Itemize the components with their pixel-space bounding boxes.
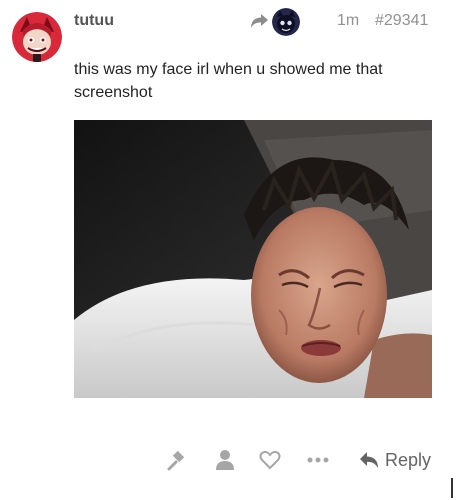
post-actions: Reply xyxy=(160,446,440,476)
post-image[interactable] xyxy=(74,120,432,398)
reply-label: Reply xyxy=(384,449,432,470)
post: tutuu 1m #29341 this was my face irl whe… xyxy=(0,0,456,500)
text-cursor xyxy=(451,478,453,498)
post-number[interactable]: #29341 xyxy=(375,12,428,30)
reply-to-avatar-icon xyxy=(272,8,300,36)
user-button[interactable] xyxy=(210,446,240,474)
avatar-icon xyxy=(12,12,62,62)
reply-button[interactable]: Reply xyxy=(355,446,435,474)
reply-to-icon[interactable] xyxy=(249,12,269,30)
reply-icon xyxy=(359,452,378,468)
avatar[interactable] xyxy=(12,12,62,62)
reply-to-avatar[interactable] xyxy=(272,8,300,36)
heart-icon xyxy=(259,450,281,470)
photo xyxy=(74,120,432,398)
flag-icon xyxy=(167,450,185,471)
post-body: this was my face irl when u showed me th… xyxy=(74,61,383,101)
like-button[interactable] xyxy=(255,446,285,474)
more-button[interactable] xyxy=(303,446,333,474)
flag-button[interactable] xyxy=(160,446,190,474)
username[interactable]: tutuu xyxy=(74,12,114,30)
user-icon xyxy=(216,450,234,470)
ellipsis-icon xyxy=(307,457,329,463)
post-age[interactable]: 1m xyxy=(337,12,359,30)
